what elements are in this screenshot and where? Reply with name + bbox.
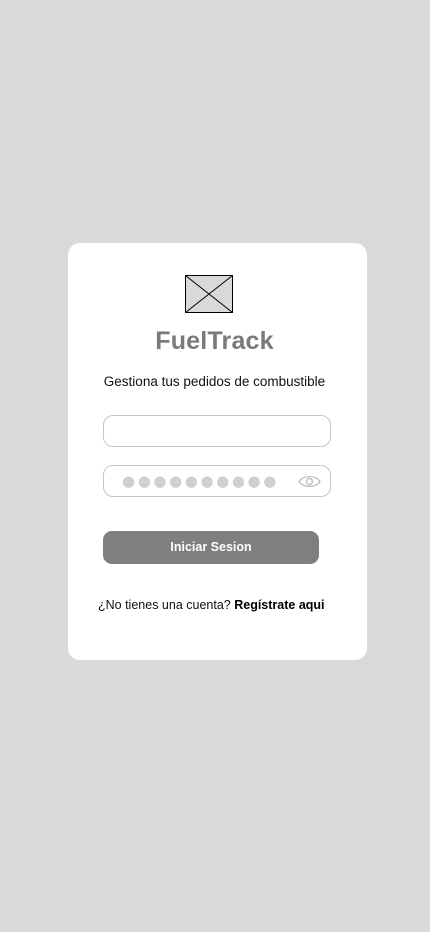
eye-icon[interactable]: [298, 474, 321, 489]
signup-link[interactable]: Regístrate aqui: [234, 598, 324, 612]
app-title: FuelTrack: [155, 327, 274, 355]
password-field[interactable]: ●●●●●●●●●●: [103, 465, 331, 497]
signup-prompt-text: ¿No tienes una cuenta?: [98, 598, 231, 612]
login-button[interactable]: Iniciar Sesion: [103, 531, 319, 564]
login-card: FuelTrack Gestiona tus pedidos de combus…: [68, 243, 367, 660]
username-field[interactable]: [103, 415, 331, 447]
username-input[interactable]: [114, 416, 294, 446]
app-tagline: Gestiona tus pedidos de combustible: [103, 374, 326, 389]
signup-prompt: ¿No tienes una cuenta? Regístrate aqui: [98, 598, 348, 612]
image-placeholder-icon: [185, 275, 233, 313]
password-mask: ●●●●●●●●●●: [122, 472, 279, 490]
